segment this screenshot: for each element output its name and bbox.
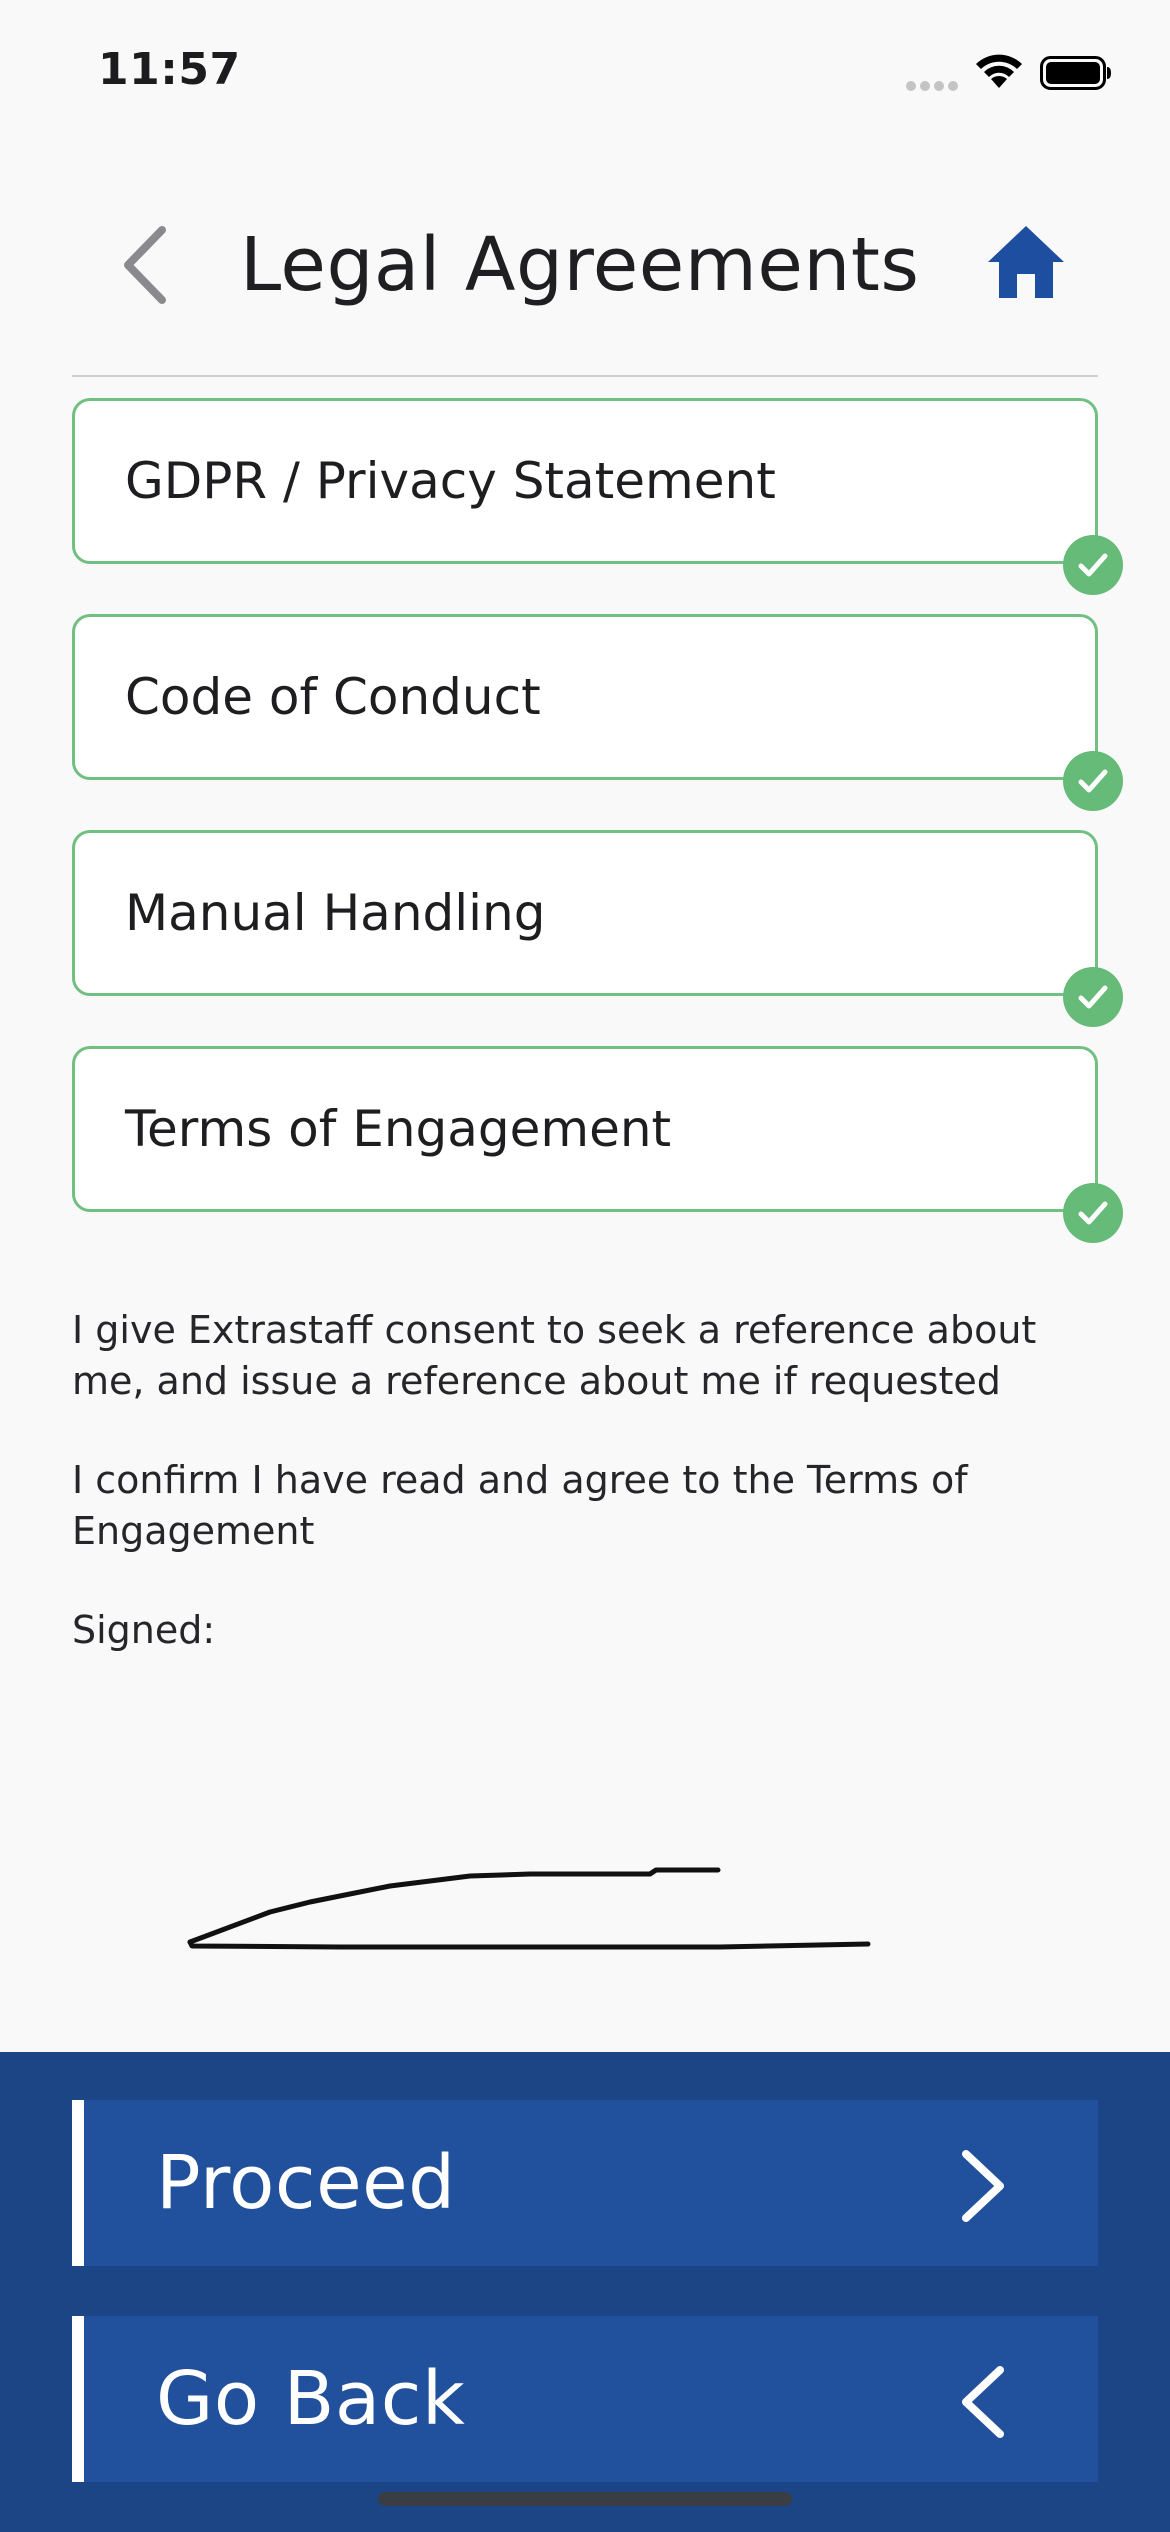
- agreements-list: GDPR / Privacy Statement Code of Conduct…: [72, 398, 1123, 1262]
- chevron-left-icon: [962, 2366, 1004, 2438]
- cellular-signal-icon: [906, 81, 958, 91]
- agreement-label: Manual Handling: [125, 884, 546, 942]
- status-bar: 11:57: [0, 0, 1170, 140]
- agreement-label: Terms of Engagement: [125, 1100, 672, 1158]
- header-divider: [72, 375, 1098, 377]
- agreement-terms-of-engagement[interactable]: Terms of Engagement: [72, 1046, 1123, 1243]
- proceed-label: Proceed: [156, 2140, 456, 2226]
- battery-icon: [1040, 56, 1111, 90]
- wifi-icon: [976, 54, 1022, 88]
- check-circle-icon: [1063, 535, 1123, 595]
- signature-drawing[interactable]: [170, 1830, 890, 1970]
- home-indicator[interactable]: [378, 2492, 792, 2506]
- agreement-label: GDPR / Privacy Statement: [125, 452, 776, 510]
- bottom-action-panel: Proceed Go Back: [0, 2052, 1170, 2532]
- home-icon[interactable]: [984, 220, 1068, 304]
- page-title: Legal Agreements: [240, 222, 920, 308]
- agreement-label: Code of Conduct: [125, 668, 541, 726]
- consent-section: I give Extrastaff consent to seek a refe…: [72, 1305, 1102, 1704]
- chevron-right-icon: [962, 2150, 1004, 2222]
- back-chevron-icon[interactable]: [112, 220, 182, 310]
- go-back-label: Go Back: [156, 2356, 466, 2442]
- status-time: 11:57: [98, 44, 241, 95]
- header: Legal Agreements: [0, 180, 1170, 340]
- agreement-manual-handling[interactable]: Manual Handling: [72, 830, 1123, 1027]
- agreement-code-of-conduct[interactable]: Code of Conduct: [72, 614, 1123, 811]
- reference-consent-text: I give Extrastaff consent to seek a refe…: [72, 1308, 1037, 1403]
- terms-confirmation-text: I confirm I have read and agree to the T…: [72, 1458, 968, 1553]
- go-back-button[interactable]: Go Back: [72, 2316, 1098, 2482]
- proceed-button[interactable]: Proceed: [72, 2100, 1098, 2266]
- signed-label: Signed:: [72, 1608, 216, 1652]
- check-circle-icon: [1063, 751, 1123, 811]
- check-circle-icon: [1063, 967, 1123, 1027]
- agreement-gdpr-privacy[interactable]: GDPR / Privacy Statement: [72, 398, 1123, 595]
- check-circle-icon: [1063, 1183, 1123, 1243]
